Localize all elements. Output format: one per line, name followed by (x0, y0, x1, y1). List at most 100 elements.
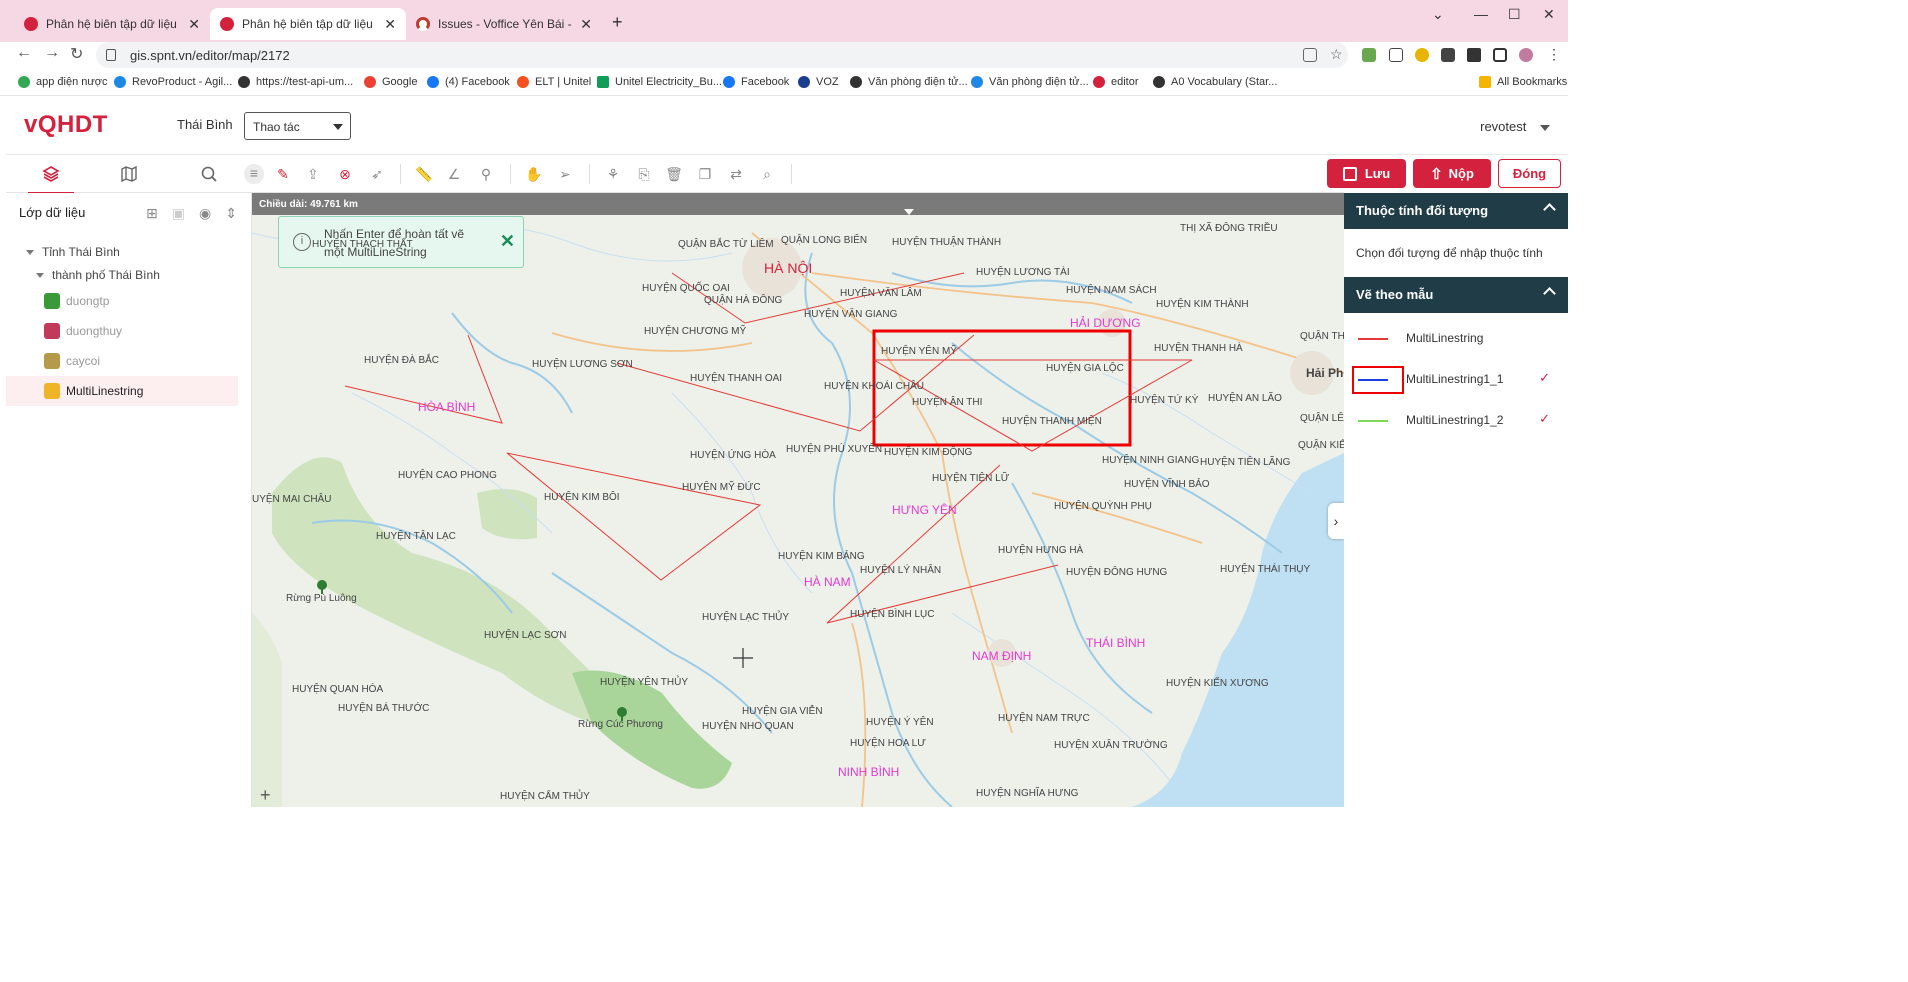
visibility-eye-icon[interactable]: ◉ (199, 205, 211, 222)
search-tab-icon[interactable] (200, 165, 218, 183)
expand-right-icon[interactable]: › (1328, 503, 1344, 539)
sort-icon[interactable]: ⇕ (225, 205, 237, 222)
collapse-panel-icon[interactable]: ≡ (244, 164, 264, 184)
submit-button[interactable]: ⇧ Nộp (1413, 159, 1491, 188)
bookmark-item[interactable]: editor (1093, 76, 1139, 88)
vertex-icon[interactable]: ⚘ (604, 165, 622, 183)
browser-menu-icon[interactable]: ⋮ (1547, 47, 1561, 62)
qr-icon[interactable] (1441, 48, 1455, 62)
zoom-in-icon[interactable]: + (260, 785, 271, 806)
map-label: HUYỆN LƯƠNG SƠN (532, 359, 633, 370)
side-panel-icon[interactable] (1493, 48, 1507, 62)
layer-item-caycoi[interactable]: caycoi (6, 346, 252, 376)
tab-close-icon[interactable]: ✕ (384, 16, 396, 33)
profile-avatar-icon[interactable] (1519, 48, 1533, 62)
save-button[interactable]: Lưu (1327, 159, 1406, 188)
draw-pencil-icon[interactable]: ✎ (274, 165, 292, 183)
toast-close-icon[interactable]: ✕ (500, 231, 515, 252)
zoom-search-icon[interactable]: ⌕ (758, 165, 776, 183)
tab-search-icon[interactable]: ⌄ (1432, 6, 1444, 23)
bookmark-item[interactable]: VOZ (798, 76, 839, 88)
bookmark-item[interactable]: Unitel Electricity_Bu... (597, 76, 722, 88)
bookmark-item[interactable]: Facebook (723, 76, 789, 88)
address-bar[interactable]: gis.spnt.vn/editor/map/2172 (96, 42, 1348, 68)
copy-feature-icon[interactable]: ⎘ (635, 165, 653, 183)
bookmark-item[interactable]: https://test-api-um... (238, 76, 353, 88)
swap-icon[interactable]: ⇄ (727, 165, 745, 183)
bookmark-item[interactable]: app điện nược (18, 76, 107, 88)
url-text: gis.spnt.vn/editor/map/2172 (130, 47, 290, 63)
template-label: MultiLinestring1_2 (1406, 413, 1504, 427)
reload-icon[interactable]: ↻ (70, 44, 83, 64)
extension-1-icon[interactable] (1362, 48, 1376, 62)
browser-tab-1[interactable]: Phân hệ biên tập dữ liệu bản đồ ✕ (14, 8, 210, 40)
map-label: HUYỆN TIÊN LÃNG (1200, 457, 1291, 468)
forward-icon[interactable]: → (44, 44, 60, 62)
attributes-title: Thuộc tính đối tượng (1356, 203, 1489, 218)
layer-item-duongtp[interactable]: duongtp (6, 286, 252, 316)
bookmark-item[interactable]: Văn phòng điện tử... (850, 76, 968, 88)
line-layer-icon (44, 383, 60, 399)
bookmark-item[interactable]: Google (364, 76, 417, 88)
select-arrow-icon[interactable]: ➢ (556, 165, 574, 183)
template-item[interactable]: MultiLinestring1_1 ✓ (1344, 362, 1568, 400)
attributes-hint: Chọn đối tượng để nhập thuộc tính (1356, 246, 1543, 260)
browser-tab-3[interactable]: Issues - Voffice Yên Bái - Redmine ✕ (406, 8, 602, 40)
pan-hand-icon[interactable]: ✋ (525, 165, 543, 183)
map-label: HÀ NỘI (764, 260, 813, 276)
attributes-header[interactable]: Thuộc tính đối tượng (1344, 193, 1568, 229)
tree-node-province[interactable]: Tỉnh Thái Bình (6, 241, 252, 263)
extension-2-icon[interactable] (1389, 48, 1403, 62)
close-window-icon[interactable]: ✕ (1543, 6, 1555, 23)
templates-header[interactable]: Vẽ theo mẫu (1344, 277, 1568, 313)
extension-3-icon[interactable] (1415, 48, 1429, 62)
map-canvas[interactable]: Chiều dài: 49.761 km i Nhấn Enter để hoà… (252, 193, 1344, 807)
delete-icon[interactable]: 🗑 (665, 165, 683, 183)
username: revotest (1480, 119, 1527, 134)
tree-node-city[interactable]: thành phố Thái Bình (6, 264, 252, 286)
extensions-puzzle-icon[interactable] (1467, 48, 1481, 62)
new-tab-icon[interactable]: + (612, 12, 623, 33)
browser-tab-2[interactable]: Phân hệ biên tập dữ liệu bản đồ ✕ (210, 8, 406, 40)
import-icon[interactable]: ⇪ (304, 165, 322, 183)
bookmark-item[interactable]: RevoProduct - Agil... (114, 76, 232, 88)
app-logo: vQHDT (24, 111, 108, 138)
all-bookmarks[interactable]: All Bookmarks (1479, 76, 1567, 88)
layer-item-multilinestring[interactable]: MultiLinestring (6, 376, 238, 406)
ruler-icon[interactable]: 📏 (415, 165, 433, 183)
back-icon[interactable]: ← (16, 44, 32, 62)
template-item[interactable]: MultiLinestring (1344, 321, 1568, 359)
bookmark-item[interactable]: ELT | Unitel (517, 76, 591, 88)
bookmark-item[interactable]: (4) Facebook (427, 76, 510, 88)
angle-icon[interactable]: ∠ (445, 165, 463, 183)
map-tab-icon[interactable] (120, 165, 138, 183)
map-label: HUYỆN BÌNH LỤC (850, 609, 935, 620)
maximize-icon[interactable]: ☐ (1508, 6, 1521, 23)
tab-close-icon[interactable]: ✕ (580, 16, 592, 33)
rocket-icon[interactable]: ➶ (368, 165, 386, 183)
layer-panel-actions: ⊞ ▣ ◉ ⇕ (146, 205, 237, 222)
duplicate-icon[interactable]: ❐ (696, 165, 714, 183)
add-layer-icon[interactable]: ⊞ (146, 205, 158, 222)
save-layer-icon[interactable]: ▣ (172, 205, 185, 222)
map-label: HUYỆN TÂN LẠC (376, 531, 456, 542)
layers-tab-icon[interactable] (28, 165, 74, 195)
user-menu[interactable]: revotest (1480, 119, 1550, 134)
action-select[interactable]: Thao tác (244, 112, 351, 140)
bookmark-item[interactable]: A0 Vocabulary (Star... (1153, 76, 1277, 88)
minimize-icon[interactable]: — (1474, 6, 1488, 22)
chevron-up-icon[interactable] (1543, 203, 1556, 216)
tab-close-icon[interactable]: ✕ (188, 16, 200, 33)
template-item[interactable]: MultiLinestring1_2 ✓ (1344, 403, 1568, 441)
caret-down-icon[interactable] (26, 249, 34, 255)
bookmark-item[interactable]: Văn phòng điện tử... (971, 76, 1089, 88)
close-button[interactable]: Đóng (1498, 159, 1561, 188)
caret-down-icon[interactable] (36, 272, 44, 278)
share-icon[interactable] (1303, 48, 1317, 62)
bookmark-star-icon[interactable]: ☆ (1330, 47, 1344, 62)
drag-handle-icon[interactable] (904, 209, 914, 215)
snap-icon[interactable]: ⊗ (336, 165, 354, 183)
stamp-icon[interactable]: ⚲ (477, 165, 495, 183)
chevron-up-icon[interactable] (1543, 287, 1556, 300)
layer-item-duongthuy[interactable]: duongthuy (6, 316, 252, 346)
